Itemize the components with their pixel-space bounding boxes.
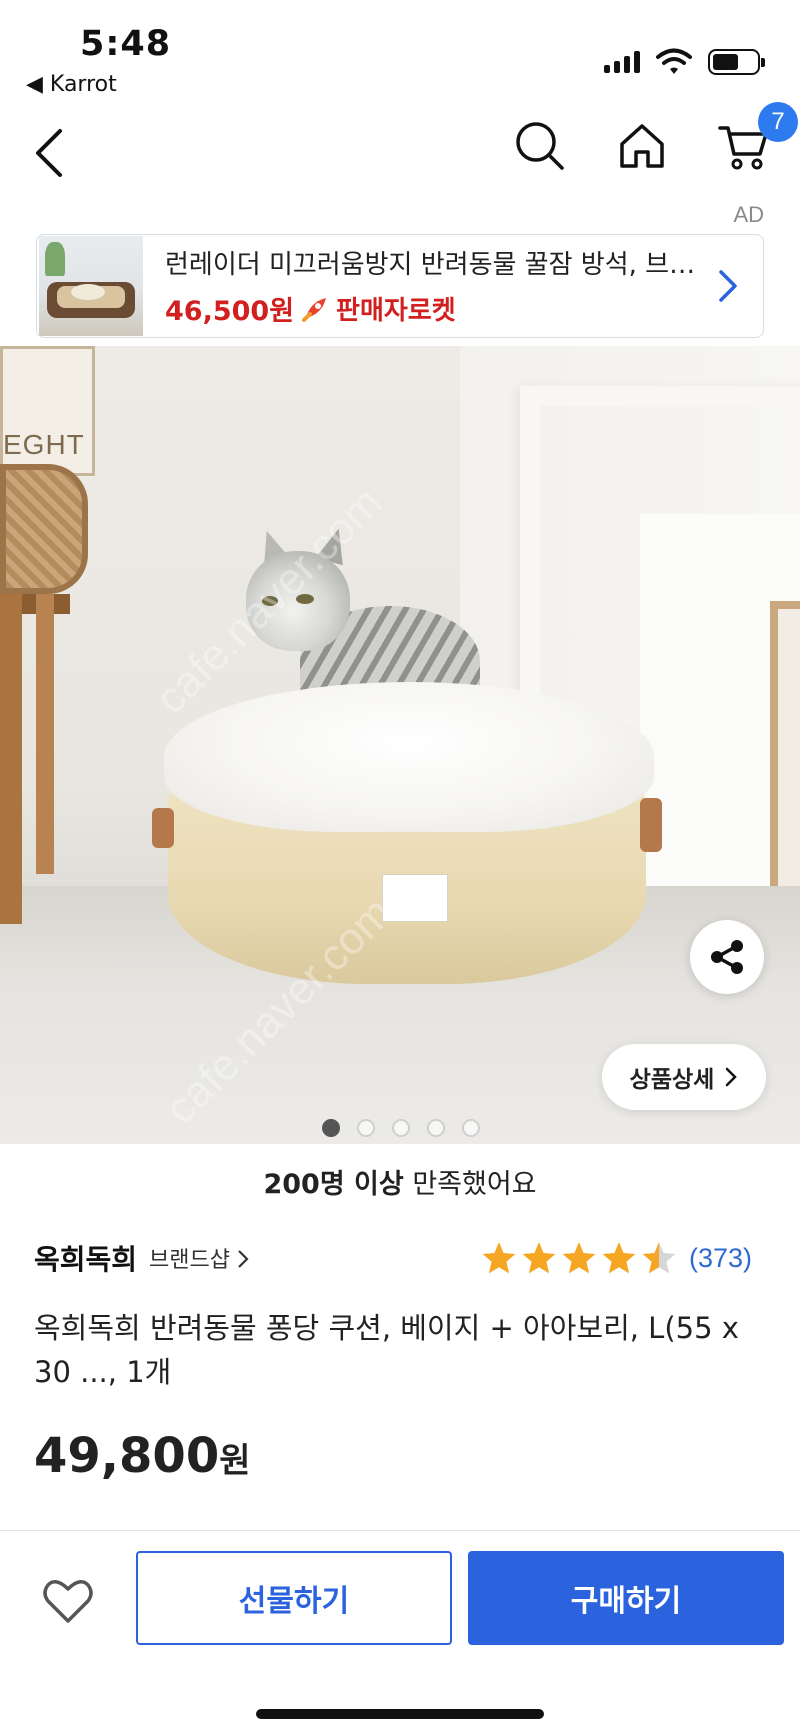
image-pagination [322,1119,480,1137]
home-indicator [256,1709,544,1719]
share-icon [711,940,743,974]
cushion-rim [164,682,654,832]
search-icon[interactable] [514,120,566,172]
rocket-icon [302,297,327,322]
ad-thumbnail [39,236,143,336]
poster-decoration: EGHT [0,346,95,476]
star-icon [522,1242,556,1274]
bottom-action-bar: 선물하기 구매하기 [0,1530,800,1732]
product-title: 옥희독희 반려동물 퐁당 쿠션, 베이지 + 아아보리, L(55 x 30 .… [34,1311,739,1389]
page-dot[interactable] [392,1119,410,1137]
nav-actions: 7 [514,102,798,172]
rating: (373) [481,1240,752,1276]
home-icon[interactable] [616,120,668,172]
chevron-left-icon[interactable] [30,125,70,181]
cart-button[interactable]: 7 [718,102,798,172]
product-detail-label: 상품상세 [629,1067,715,1093]
page-dot[interactable] [357,1119,375,1137]
brand-name[interactable]: 옥희독희 [34,1238,137,1278]
price-value: 49,800 [34,1428,220,1484]
price-unit: 원 [219,1441,251,1481]
cellular-signal-icon [604,51,640,73]
ad-title: 런레이더 미끄러움방지 반려동물 꿀잠 방석, 브라운 [165,250,705,280]
rattan-basket [0,464,88,594]
satisfaction-count: 200명 이상 [263,1169,404,1200]
product-image[interactable]: EGHT cafe.naver.com cafe.naver.com [0,346,800,1144]
wifi-icon [656,48,692,74]
star-icon [562,1242,596,1274]
ad-price: 46,500원 [165,296,295,327]
star-icon [602,1242,636,1274]
page-dot[interactable] [427,1119,445,1137]
review-count[interactable]: (373) [689,1243,752,1274]
gift-button[interactable]: 선물하기 [136,1551,452,1645]
product-page: 5:48 ◀ Karrot 7 AD 런레이더 미끄러움방지 반려동물 꿀잠 방… [0,0,800,1732]
product-price: 49,800원 [34,1428,251,1484]
battery-icon [708,49,765,75]
ad-text: 런레이더 미끄러움방지 반려동물 꿀잠 방석, 브라운 46,500원 판매자로… [165,244,713,328]
ad-badge-label: 판매자로켓 [336,296,456,326]
page-dot[interactable] [462,1119,480,1137]
chevron-right-icon [719,270,737,302]
brand-row: 옥희독희 브랜드샵 [34,1238,249,1278]
status-icons [604,48,765,76]
back-to-app-link[interactable]: ◀ Karrot [26,72,117,97]
brand-shop-label: 브랜드샵 [149,1248,231,1273]
buy-button[interactable]: 구매하기 [468,1551,784,1645]
ad-banner[interactable]: 런레이더 미끄러움방지 반려동물 꿀잠 방석, 브라운 46,500원 판매자로… [36,234,764,338]
heart-icon[interactable] [40,1573,96,1629]
chevron-right-icon [238,1250,249,1268]
star-icon [482,1242,516,1274]
ad-label: AD [733,202,764,227]
brand-shop-link[interactable]: 브랜드샵 [149,1242,249,1274]
satisfaction-label: 만족했어요 [403,1169,537,1200]
ad-price-row: 46,500원 판매자로켓 [165,289,713,328]
share-button[interactable] [690,920,764,994]
satisfaction-text: 200명 이상 만족했어요 [0,1162,800,1201]
product-detail-button[interactable]: 상품상세 [602,1044,766,1110]
cart-count-badge: 7 [758,102,798,142]
star-half-icon [642,1242,676,1274]
status-time: 5:48 [80,24,172,64]
chevron-right-icon [726,1067,738,1087]
page-dot[interactable] [322,1119,340,1137]
